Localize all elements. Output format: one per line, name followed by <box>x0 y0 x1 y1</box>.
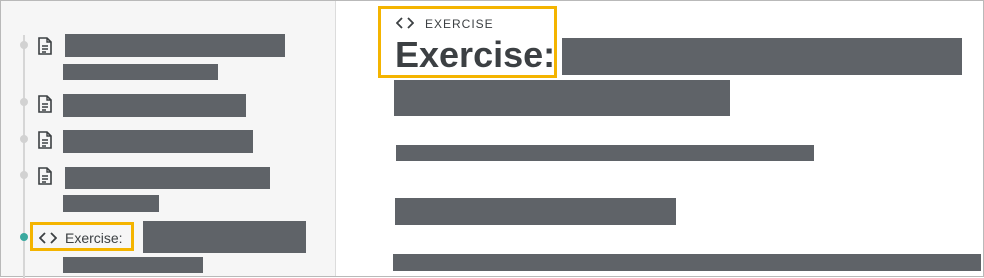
highlight-box: Exercise: <box>30 222 134 251</box>
document-icon <box>38 37 52 55</box>
redacted-subtitle <box>63 64 218 80</box>
code-icon <box>396 17 414 29</box>
redacted-subheading <box>395 198 676 225</box>
redacted-title-rest <box>562 38 962 75</box>
redacted-subtitle <box>63 257 203 273</box>
redacted-text <box>396 145 814 161</box>
timeline-dot <box>20 171 28 179</box>
document-icon <box>38 167 52 185</box>
content-type-label: EXERCISE <box>425 17 494 31</box>
page-title: Exercise: <box>395 34 556 75</box>
timeline-line <box>23 35 25 278</box>
redacted-title <box>143 221 306 253</box>
timeline-dot-active <box>20 233 28 241</box>
redacted-title <box>65 167 270 189</box>
timeline-dot <box>20 41 28 49</box>
redacted-title-line2 <box>394 80 730 116</box>
timeline-dot <box>20 98 28 106</box>
sidebar-item-label: Exercise: <box>65 230 123 246</box>
redacted-subtitle <box>63 195 159 212</box>
highlight-box: EXERCISE Exercise: <box>378 6 557 78</box>
redacted-text <box>393 254 981 271</box>
document-icon <box>38 95 52 113</box>
sidebar-nav: Exercise: <box>1 1 336 278</box>
code-icon <box>39 232 57 244</box>
redacted-title <box>63 130 253 153</box>
timeline-dot <box>20 135 28 143</box>
redacted-title <box>63 94 246 117</box>
redacted-title <box>65 34 285 57</box>
document-icon <box>38 131 52 149</box>
